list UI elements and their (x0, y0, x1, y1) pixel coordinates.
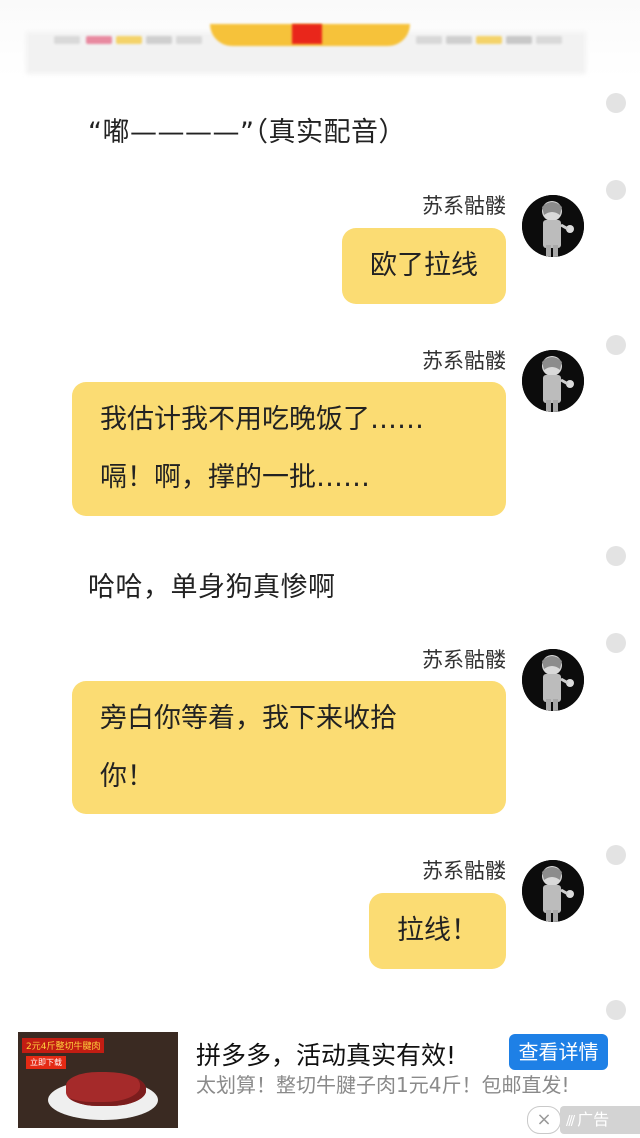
chat-bubble-line: 嗝！啊，撑的一批…… (100, 462, 370, 493)
ad-logo-icon: /// (566, 1114, 575, 1129)
chat-bubble: 我估计我不用吃晚饭了…… 嗝！啊，撑的一批…… (72, 382, 506, 516)
ad-label: ///广告 (560, 1106, 640, 1134)
ad-thumbnail[interactable]: 2元4斤整切牛腱肉 立即下载 (18, 1032, 178, 1128)
speaker-avatar[interactable] (522, 350, 584, 412)
speaker-name: 苏系骷髅 (422, 648, 506, 672)
scroll-dot (606, 1000, 626, 1020)
scroll-dot (606, 180, 626, 200)
chat-bubble: 拉线！ (369, 893, 506, 969)
chat-bubble-text: 拉线！ (397, 915, 478, 946)
speaker-avatar[interactable] (522, 649, 584, 711)
skeleton-avatar-icon (522, 195, 584, 257)
view-details-button[interactable]: 查看详情 (509, 1034, 608, 1070)
speaker-name: 苏系骷髅 (422, 194, 506, 218)
speaker-name: 苏系骷髅 (422, 349, 506, 373)
scroll-dot (606, 845, 626, 865)
ad-thumb-button: 立即下载 (26, 1056, 66, 1069)
meat-image (66, 1072, 146, 1106)
ad-label-text: 广告 (577, 1110, 610, 1129)
top-image-strip (0, 0, 640, 78)
scroll-dot (606, 335, 626, 355)
chat-bubble-text: 欧了拉线 (370, 250, 478, 281)
chat-bubble: 欧了拉线 (342, 228, 506, 304)
ad-close-button[interactable]: × (527, 1106, 561, 1134)
chat-bubble-line: 旁白你等着，我下来收拾 (100, 703, 397, 734)
chat-bubble-line: 我估计我不用吃晚饭了…… (100, 404, 424, 435)
scroll-dot (606, 633, 626, 653)
ad-thumb-banner: 2元4斤整切牛腱肉 (22, 1038, 105, 1053)
skeleton-avatar-icon (522, 860, 584, 922)
narration-text: 哈哈，单身狗真惨啊 (88, 572, 336, 603)
scroll-dot (606, 546, 626, 566)
skeleton-avatar-icon (522, 350, 584, 412)
ad-title[interactable]: 拼多多，活动真实有效! (196, 1036, 456, 1072)
skeleton-avatar-icon (522, 649, 584, 711)
scroll-dot (606, 93, 626, 113)
narration-text: “嘟————”（真实配音） (88, 117, 406, 148)
speaker-avatar[interactable] (522, 860, 584, 922)
chat-bubble-line: 你！ (100, 761, 154, 792)
speaker-name: 苏系骷髅 (422, 859, 506, 883)
close-icon: × (536, 1109, 552, 1130)
speaker-avatar[interactable] (522, 195, 584, 257)
ad-description[interactable]: 太划算！整切牛腱子肉1元4斤！包邮直发! (196, 1072, 606, 1098)
chat-bubble: 旁白你等着，我下来收拾 你！ (72, 681, 506, 814)
